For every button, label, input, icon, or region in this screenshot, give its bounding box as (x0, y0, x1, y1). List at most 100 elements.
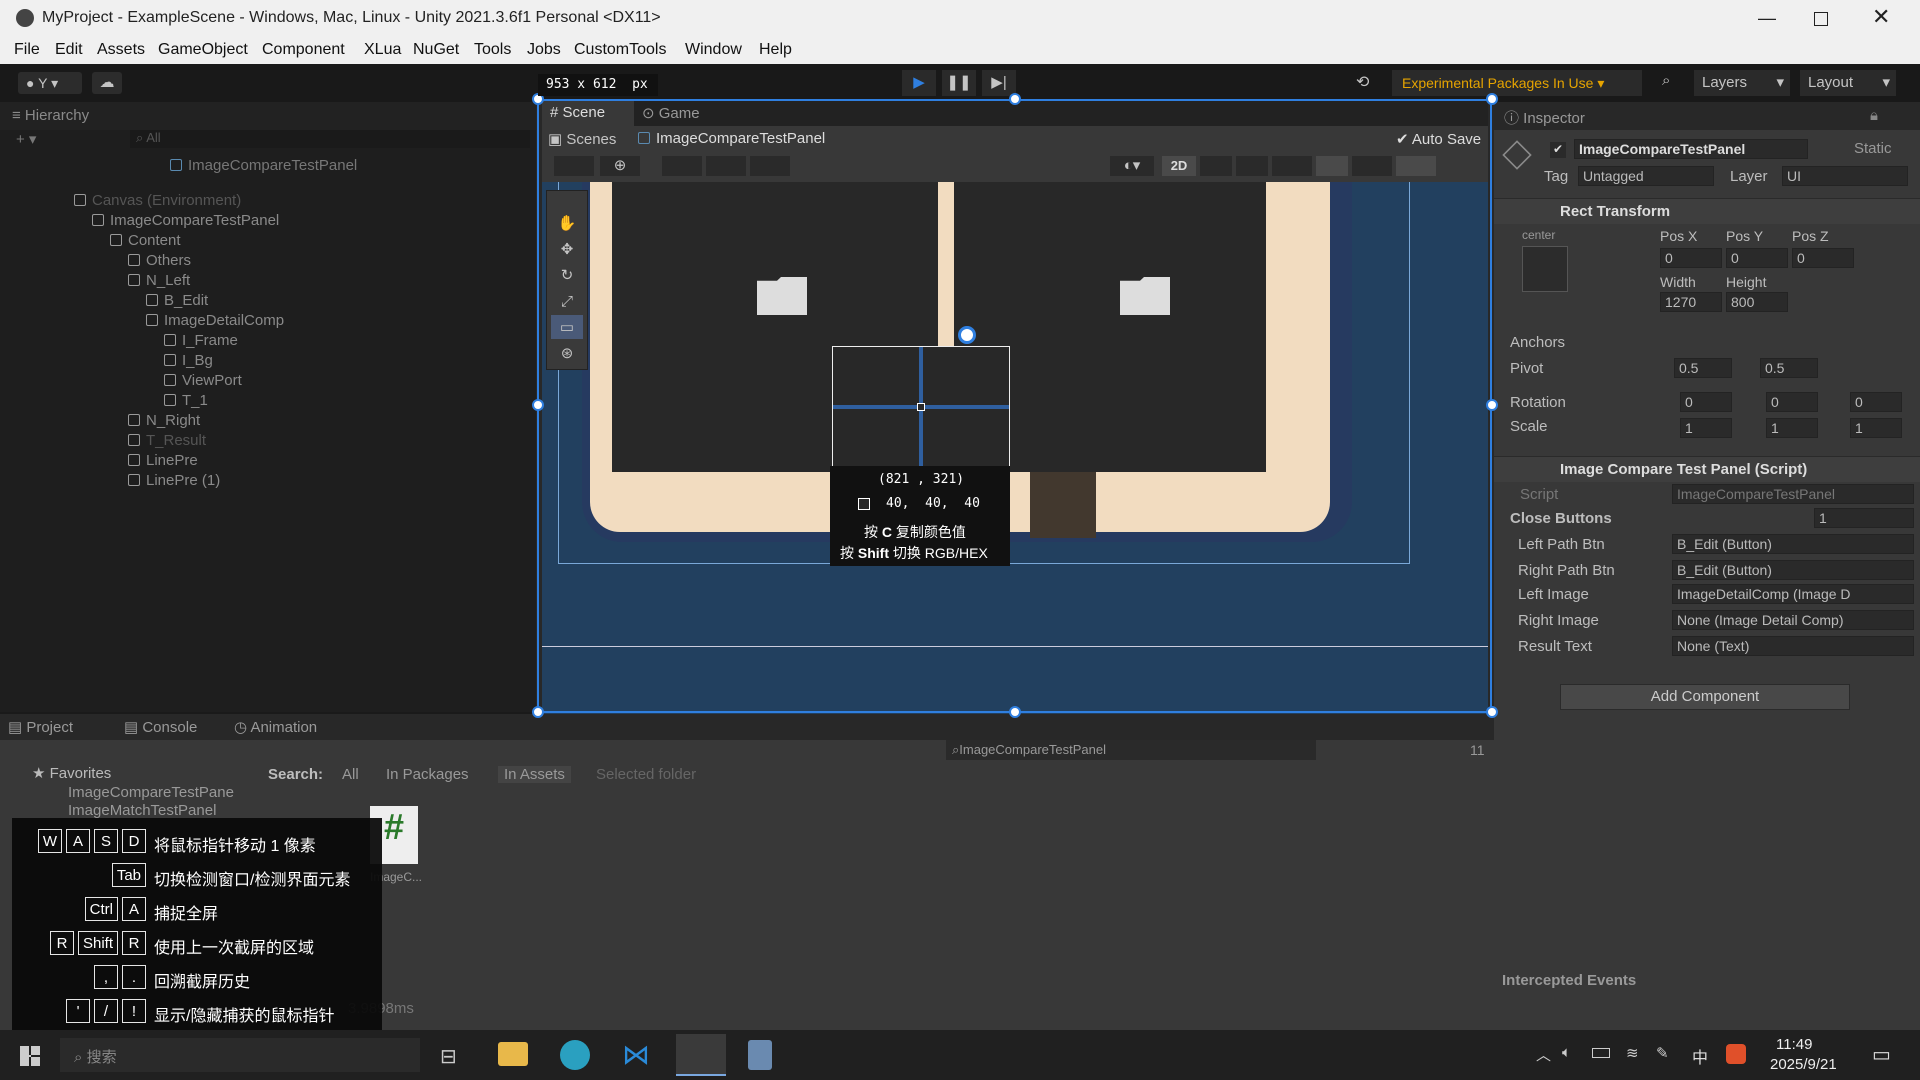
filter-selected-folder[interactable]: Selected folder (596, 766, 696, 783)
right-path-btn-field[interactable]: B_Edit (Button) (1672, 560, 1914, 580)
tab-project[interactable]: ▤ Project (8, 718, 73, 736)
account-button[interactable]: ● Y ▾ (18, 72, 82, 94)
layers-dropdown[interactable]: Layers ▾ (1694, 70, 1790, 96)
filter-all[interactable]: All (342, 766, 359, 783)
tab-inspector[interactable]: ⓘ Inspector (1504, 107, 1585, 128)
wifi-icon[interactable]: ≋ (1626, 1044, 1639, 1062)
tag-dropdown[interactable]: Untagged (1578, 166, 1714, 186)
hierarchy-item[interactable]: N_Right (128, 412, 200, 432)
hierarchy-item[interactable]: N_Left (128, 272, 190, 292)
menu-assets[interactable]: Assets (97, 41, 145, 59)
result-text-field[interactable]: None (Text) (1672, 636, 1914, 656)
selection-handle-ml[interactable] (532, 399, 544, 411)
hierarchy-item[interactable]: Others (128, 252, 191, 272)
rect-transform-header[interactable]: Rect Transform (1494, 198, 1920, 224)
start-icon[interactable] (20, 1046, 40, 1066)
menu-edit[interactable]: Edit (55, 41, 83, 59)
hierarchy-item[interactable]: B_Edit (146, 292, 208, 312)
menu-file[interactable]: File (14, 41, 40, 59)
tab-animation[interactable]: ◷ Animation (234, 718, 317, 736)
pivot-x-field[interactable]: 0.5 (1674, 358, 1732, 378)
hierarchy-item[interactable]: I_Bg (164, 352, 213, 372)
project-search-field[interactable]: ⌕ImageCompareTestPanel (946, 740, 1316, 760)
create-button[interactable]: + ▾ (16, 130, 36, 148)
volume-icon[interactable]: 🔈︎ (1562, 1044, 1571, 1061)
tab-console[interactable]: ▤ Console (124, 718, 197, 736)
selection-handle-tr[interactable] (1486, 93, 1498, 105)
maximize-icon[interactable] (1814, 12, 1828, 26)
favorite-item[interactable]: ImageCompareTestPane (68, 784, 234, 801)
layout-dropdown[interactable]: Layout ▾ (1800, 70, 1896, 96)
vscode-icon[interactable]: ⋈ (622, 1040, 652, 1070)
menu-gameobject[interactable]: GameObject (158, 41, 248, 59)
menu-jobs[interactable]: Jobs (527, 41, 561, 59)
menu-component[interactable]: Component (262, 41, 345, 59)
cloud-icon[interactable]: ☁ (92, 72, 122, 94)
close-buttons-size[interactable]: 1 (1814, 508, 1914, 528)
search-icon[interactable]: ⌕ (1662, 72, 1670, 89)
clock-time[interactable]: 11:49 (1776, 1036, 1812, 1053)
layer-dropdown[interactable]: UI (1782, 166, 1908, 186)
selection-handle-br[interactable] (1486, 706, 1498, 718)
pen-icon[interactable]: ✎ (1656, 1044, 1669, 1062)
width-field[interactable]: 1270 (1660, 292, 1722, 312)
hierarchy-search[interactable]: ⌕ All (130, 130, 530, 148)
battery-icon[interactable] (1592, 1048, 1610, 1058)
script-component-header[interactable]: Image Compare Test Panel (Script) (1494, 456, 1920, 482)
tray-chevron-icon[interactable]: ︿ (1536, 1044, 1551, 1065)
hierarchy-item[interactable]: I_Frame (164, 332, 238, 352)
right-image-field[interactable]: None (Image Detail Comp) (1672, 610, 1914, 630)
unity-app-icon[interactable] (676, 1034, 726, 1076)
static-toggle[interactable]: Static (1854, 140, 1892, 157)
step-button[interactable]: ▶| (982, 70, 1016, 96)
file-explorer-icon[interactable] (498, 1042, 528, 1066)
hierarchy-item[interactable]: ImageDetailComp (146, 312, 284, 332)
hierarchy-item[interactable]: Canvas (Environment) (74, 192, 241, 212)
anchor-preset-button[interactable] (1522, 246, 1568, 292)
filter-in-packages[interactable]: In Packages (386, 766, 469, 783)
posx-field[interactable]: 0 (1660, 248, 1722, 268)
scale-x-field[interactable]: 1 (1680, 418, 1732, 438)
menu-nuget[interactable]: NuGet (413, 41, 459, 59)
filter-in-assets[interactable]: In Assets (498, 766, 571, 783)
taskbar-search[interactable]: ⌕ 搜索 (60, 1038, 420, 1072)
selection-handle-bl[interactable] (532, 706, 544, 718)
hierarchy-item[interactable]: ViewPort (164, 372, 242, 392)
task-view-icon[interactable]: ⊟ (440, 1044, 457, 1069)
menu-xlua[interactable]: XLua (364, 41, 401, 59)
gameobject-name-field[interactable]: ImageCompareTestPanel (1574, 139, 1808, 159)
close-buttons-foldout[interactable]: Close Buttons (1510, 510, 1612, 527)
menu-window[interactable]: Window (685, 41, 742, 59)
scale-z-field[interactable]: 1 (1850, 418, 1902, 438)
sogou-icon[interactable] (1726, 1044, 1746, 1064)
menu-help[interactable]: Help (759, 41, 792, 59)
posy-field[interactable]: 0 (1726, 248, 1788, 268)
rotation-y-field[interactable]: 0 (1766, 392, 1818, 412)
hierarchy-item[interactable]: T_1 (164, 392, 208, 412)
pivot-y-field[interactable]: 0.5 (1760, 358, 1818, 378)
notification-icon[interactable]: ▭ (1872, 1042, 1891, 1067)
selection-handle-bm[interactable] (1009, 706, 1021, 718)
hierarchy-item[interactable]: LinePre (1) (128, 472, 220, 492)
favorite-item[interactable]: ImageMatchTestPanel (68, 802, 216, 819)
edge-icon[interactable] (560, 1040, 590, 1070)
left-image-field[interactable]: ImageDetailComp (Image D (1672, 584, 1914, 604)
experimental-packages-button[interactable]: Experimental Packages In Use ▾ (1392, 70, 1642, 96)
menu-customtools[interactable]: CustomTools (574, 41, 666, 59)
active-checkbox[interactable]: ✔ (1550, 142, 1566, 158)
intercepted-events-label[interactable]: Intercepted Events (1502, 972, 1636, 989)
close-icon[interactable]: ✕ (1872, 4, 1890, 30)
scale-y-field[interactable]: 1 (1766, 418, 1818, 438)
height-field[interactable]: 800 (1726, 292, 1788, 312)
lock-icon[interactable]: 🔒︎ (1870, 107, 1878, 124)
play-button[interactable]: ▶ (902, 70, 936, 96)
hierarchy-item[interactable]: Content (110, 232, 181, 252)
hierarchy-item[interactable]: LinePre (128, 452, 198, 472)
anchors-foldout[interactable]: Anchors (1510, 334, 1565, 351)
favorites-label[interactable]: ★ Favorites (32, 764, 111, 782)
clock-date[interactable]: 2025/9/21 (1770, 1056, 1837, 1073)
add-component-button[interactable]: Add Component (1560, 684, 1850, 710)
left-path-btn-field[interactable]: B_Edit (Button) (1672, 534, 1914, 554)
hierarchy-item[interactable]: T_Result (128, 432, 206, 452)
posz-field[interactable]: 0 (1792, 248, 1854, 268)
